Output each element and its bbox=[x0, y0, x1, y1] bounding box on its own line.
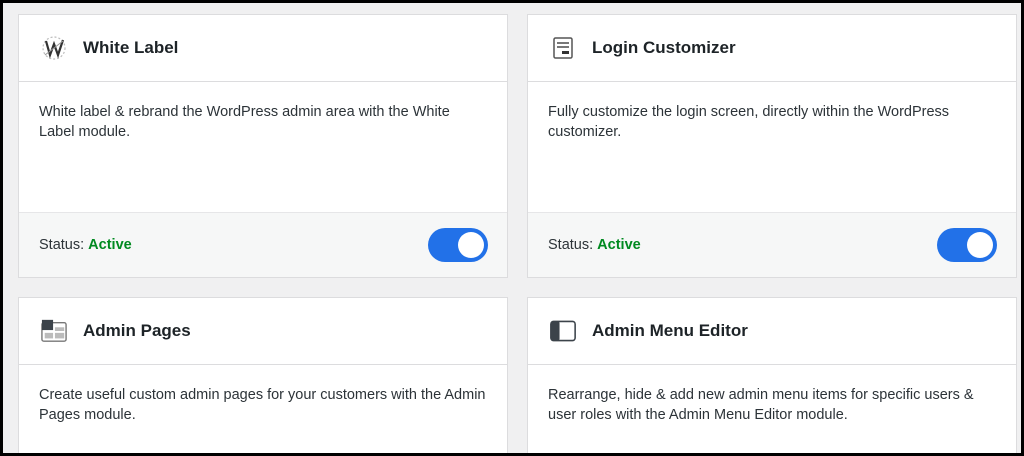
toggle-knob bbox=[458, 232, 484, 258]
card-title: Login Customizer bbox=[592, 38, 736, 57]
module-card-admin-menu-editor: Admin Menu Editor Rearrange, hide & add … bbox=[527, 297, 1017, 453]
card-header: Admin Pages bbox=[19, 298, 507, 365]
card-description: White label & rebrand the WordPress admi… bbox=[39, 104, 450, 140]
card-description: Rearrange, hide & add new admin menu ite… bbox=[548, 387, 974, 423]
status-label: Status: bbox=[39, 237, 85, 253]
card-footer: Status: Active bbox=[19, 212, 507, 277]
module-card-login-customizer: Login Customizer Fully customize the log… bbox=[527, 14, 1017, 278]
card-description: Create useful custom admin pages for you… bbox=[39, 387, 486, 423]
module-card-white-label: White Label White label & rebrand the Wo… bbox=[18, 14, 508, 278]
card-title: Admin Pages bbox=[83, 321, 191, 340]
card-header: Login Customizer bbox=[528, 15, 1016, 82]
card-header: Admin Menu Editor bbox=[528, 298, 1016, 365]
sidebar-layout-icon bbox=[550, 318, 576, 344]
card-header: White Label bbox=[19, 15, 507, 82]
white-label-icon bbox=[41, 35, 67, 61]
card-description: Fully customize the login screen, direct… bbox=[548, 104, 950, 140]
module-card-admin-pages: Admin Pages Create useful custom admin p… bbox=[18, 297, 508, 453]
module-toggle[interactable] bbox=[937, 228, 997, 262]
status-text: Status: Active bbox=[548, 237, 641, 253]
modules-grid: White Label White label & rebrand the Wo… bbox=[3, 3, 1021, 453]
toggle-knob bbox=[967, 232, 993, 258]
module-toggle[interactable] bbox=[428, 228, 488, 262]
status-value: Active bbox=[88, 237, 132, 253]
status-text: Status: Active bbox=[39, 237, 132, 253]
status-value: Active bbox=[597, 237, 641, 253]
admin-pages-icon bbox=[41, 318, 67, 344]
card-title: Admin Menu Editor bbox=[592, 321, 748, 340]
card-footer: Status: Active bbox=[528, 212, 1016, 277]
status-label: Status: bbox=[548, 237, 594, 253]
login-screen-icon bbox=[550, 35, 576, 61]
card-title: White Label bbox=[83, 38, 179, 57]
